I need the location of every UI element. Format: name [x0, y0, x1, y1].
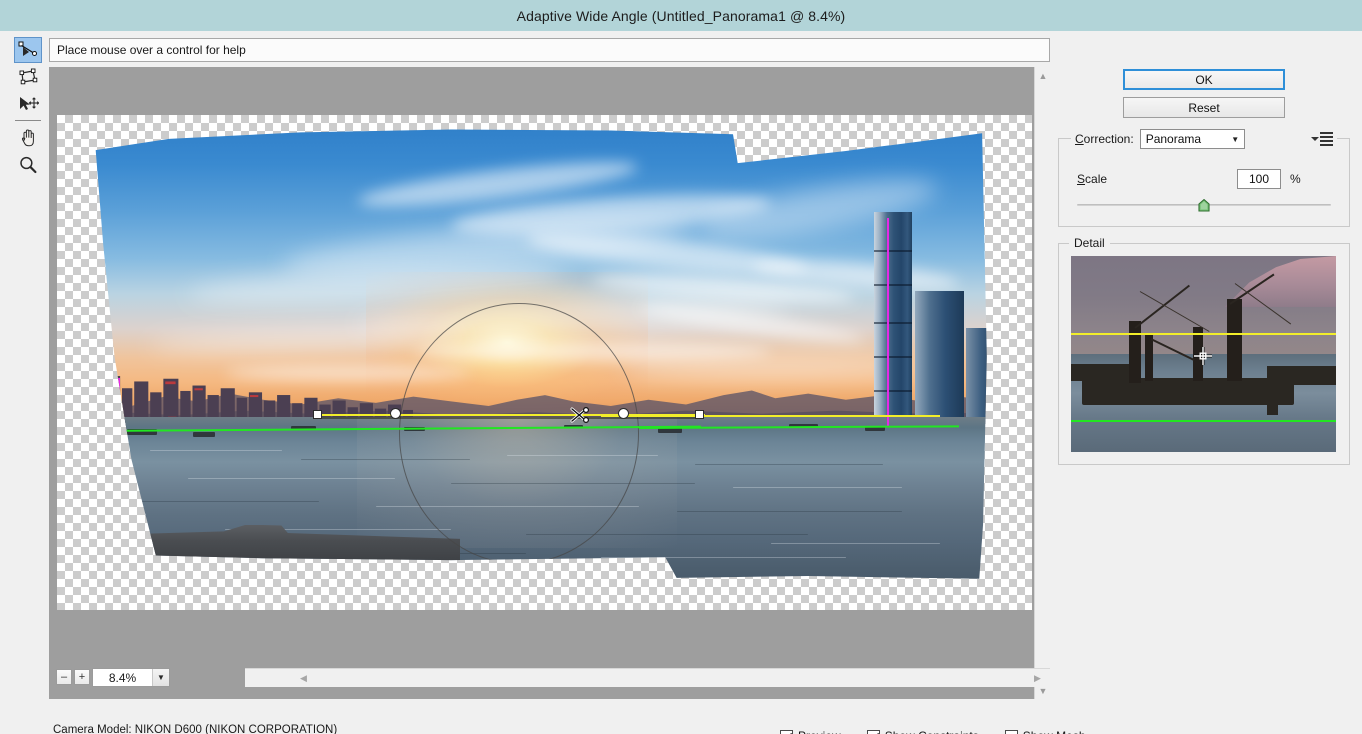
detail-crane-tower-3 — [1227, 299, 1242, 382]
settings-panel: OK Reset Correction: Panorama ▼ Scale 10… — [1058, 69, 1350, 469]
polygon-constraint-tool[interactable] — [14, 64, 42, 90]
ok-button[interactable]: OK — [1123, 69, 1285, 90]
help-bar: Place mouse over a control for help — [49, 38, 1050, 62]
zoom-out-label: – — [60, 670, 68, 683]
detail-preview[interactable] — [1071, 256, 1336, 452]
scroll-right-icon[interactable]: ▶ — [1029, 669, 1046, 688]
transparency-stage — [57, 115, 1032, 610]
slider-thumb[interactable] — [1198, 198, 1210, 212]
scale-row: Scale 100 % — [1071, 169, 1337, 189]
scale-input[interactable]: 100 — [1237, 169, 1281, 189]
scale-value: 100 — [1248, 172, 1270, 186]
detail-horizon-constraint — [1071, 419, 1336, 422]
secondary-tower — [915, 291, 965, 425]
scroll-left-icon[interactable]: ◀ — [295, 669, 312, 688]
canvas-horizontal-scrollbar[interactable]: ◀ ▶ — [245, 668, 1050, 687]
view-options: Preview Show Constraints Show Mesh — [780, 729, 1086, 734]
detail-crane-tower-4 — [1145, 334, 1154, 382]
tool-palette — [14, 37, 42, 174]
reset-button[interactable]: Reset — [1123, 97, 1285, 118]
zoom-in-label: + — [78, 670, 86, 683]
move-crosshair-cursor — [1193, 346, 1213, 366]
ok-button-label: OK — [1195, 72, 1213, 87]
scroll-up-icon[interactable]: ▲ — [1035, 67, 1051, 84]
window-title: Adaptive Wide Angle (Untitled_Panorama1 … — [516, 7, 846, 24]
show-constraints-label: Show Constraints — [885, 729, 979, 734]
dialog-body: Place mouse over a control for help ▲ ▼ … — [0, 31, 1362, 734]
checkbox-preview[interactable]: Preview — [780, 729, 841, 734]
zoom-level-value: 8.4% — [108, 670, 137, 685]
chevron-down-icon[interactable]: ▼ — [152, 669, 169, 686]
show-constraints-checkbox-box[interactable] — [866, 729, 880, 734]
preview-label: Preview — [798, 729, 841, 734]
scale-label: Scale — [1077, 172, 1108, 186]
tertiary-tower — [966, 328, 987, 422]
panel-menu-icon[interactable] — [1311, 132, 1333, 146]
menu-triangle-icon — [1311, 137, 1319, 141]
detail-barge-right — [1267, 365, 1336, 386]
canvas-vertical-scrollbar[interactable]: ▲ ▼ — [1034, 67, 1051, 699]
detail-crane-tower-1 — [1129, 320, 1142, 384]
vertical-constraint-left[interactable] — [118, 377, 121, 477]
move-tool[interactable] — [14, 91, 42, 117]
chevron-down-icon[interactable]: ▼ — [1227, 130, 1244, 148]
show-mesh-checkbox-box[interactable] — [1004, 729, 1018, 734]
detail-barge-main — [1081, 377, 1294, 405]
scroll-track-vertical[interactable] — [1035, 84, 1051, 682]
correction-value: Panorama — [1145, 132, 1202, 146]
zoom-tool[interactable] — [14, 152, 42, 178]
scale-slider[interactable] — [1077, 198, 1331, 212]
checkbox-show-constraints[interactable]: Show Constraints — [866, 729, 979, 734]
preview-checkbox-box[interactable] — [780, 729, 793, 734]
constraint-tool[interactable] — [14, 37, 42, 63]
scale-unit: % — [1290, 172, 1301, 186]
checkbox-show-mesh[interactable]: Show Mesh — [1004, 729, 1086, 734]
reset-button-label: Reset — [1188, 100, 1220, 115]
panorama-image — [95, 129, 987, 579]
zoom-in-button[interactable]: + — [74, 669, 90, 685]
correction-select[interactable]: Panorama ▼ — [1139, 129, 1245, 149]
icc-tower — [874, 211, 912, 425]
adaptive-wide-angle-dialog: Adaptive Wide Angle (Untitled_Panorama1 … — [0, 0, 1362, 734]
zoom-bar: – + 8.4% ▼ ◀ ▶ — [49, 667, 1050, 688]
detail-barge-left — [1071, 363, 1130, 382]
help-text: Place mouse over a control for help — [57, 43, 246, 57]
zoom-out-button[interactable]: – — [56, 669, 72, 685]
detail-buoy — [1267, 404, 1278, 415]
correction-group: Correction: Panorama ▼ Scale 100 % — [1058, 129, 1350, 227]
zoom-level-field[interactable]: 8.4% ▼ — [92, 668, 170, 687]
detail-group: Detail — [1058, 236, 1350, 465]
toolbar-divider — [15, 120, 41, 121]
water-sun-reflection — [357, 417, 677, 548]
show-mesh-label: Show Mesh — [1023, 729, 1086, 734]
correction-row: Correction: Panorama ▼ — [1071, 129, 1337, 149]
detail-horizontal-constraint — [1071, 333, 1336, 336]
menu-lines-icon — [1320, 132, 1333, 146]
detail-label: Detail — [1069, 236, 1110, 250]
correction-label: Correction: — [1075, 132, 1134, 146]
image-metadata: Camera Model: NIKON D600 (NIKON CORPORAT… — [53, 723, 337, 734]
title-bar: Adaptive Wide Angle (Untitled_Panorama1 … — [0, 0, 1362, 31]
hand-tool[interactable] — [14, 125, 42, 151]
camera-model-text: Camera Model: NIKON D600 (NIKON CORPORAT… — [53, 724, 338, 734]
image-canvas[interactable] — [49, 67, 1050, 699]
